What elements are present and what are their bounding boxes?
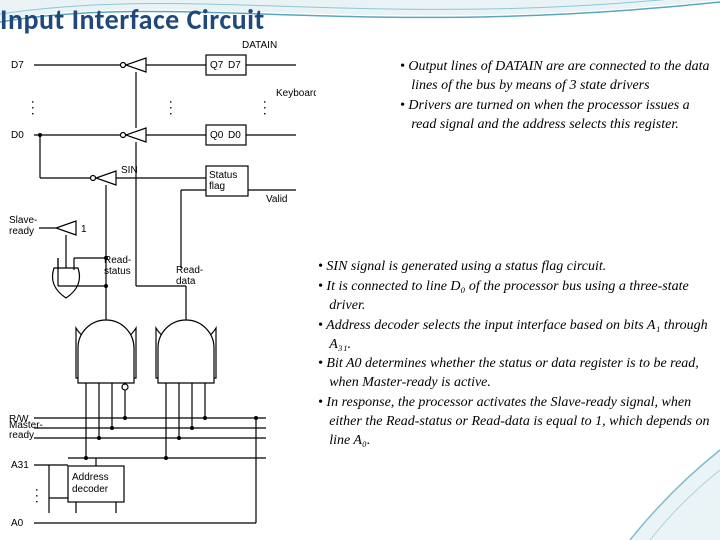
bullet-item: • Address decoder selects the input inte…: [318, 317, 713, 355]
svg-text:Q0: Q0: [210, 130, 224, 141]
bullet-item: • Output lines of DATAIN are are connect…: [400, 58, 710, 96]
svg-text:data: data: [176, 276, 196, 287]
svg-text:decoder: decoder: [72, 484, 109, 495]
svg-text:Valid: Valid: [266, 194, 288, 205]
bullet-block-1: • Output lines of DATAIN are are connect…: [400, 58, 710, 136]
bullet-item: • SIN signal is generated using a status…: [318, 258, 713, 277]
svg-text:ready: ready: [9, 226, 34, 237]
svg-text:...: ...: [167, 100, 183, 118]
circuit-diagram: DATAIN D7 Q7 D7 ... ... ... Keyboard dat…: [6, 38, 316, 530]
svg-text:...: ...: [29, 100, 45, 118]
bullet-item: • Bit A0 determines whether the status o…: [318, 355, 713, 393]
svg-text:A31: A31: [11, 460, 29, 471]
svg-text:Slave-: Slave-: [9, 215, 37, 226]
svg-text:1: 1: [81, 224, 87, 235]
svg-text:D0: D0: [228, 130, 241, 141]
svg-text:ready: ready: [9, 430, 34, 441]
svg-text:Address: Address: [72, 472, 109, 483]
svg-text:A0: A0: [11, 518, 24, 529]
bullet-item: • It is connected to line D₀ of the proc…: [318, 278, 713, 316]
svg-text:flag: flag: [209, 181, 225, 192]
svg-text:Read-: Read-: [176, 265, 203, 276]
svg-text:Read-: Read-: [104, 255, 131, 266]
svg-text:D7: D7: [11, 60, 24, 71]
svg-text:Keyboard data: Keyboard data: [276, 88, 316, 99]
bullet-item: • Drivers are turned on when the process…: [400, 97, 710, 135]
bullet-item: • In response, the processor activates t…: [318, 394, 713, 451]
svg-text:Status: Status: [209, 170, 237, 181]
svg-text:...: ...: [33, 488, 49, 506]
slide-title: Input Interface Circuit: [0, 2, 265, 37]
svg-text:D0: D0: [11, 130, 24, 141]
svg-text:Q7: Q7: [210, 60, 224, 71]
svg-text:status: status: [104, 266, 131, 277]
bullet-block-2: • SIN signal is generated using a status…: [318, 258, 713, 452]
svg-text:...: ...: [261, 100, 277, 118]
svg-text:D7: D7: [228, 60, 241, 71]
svg-text:SIN: SIN: [121, 165, 138, 176]
svg-text:DATAIN: DATAIN: [242, 40, 277, 51]
